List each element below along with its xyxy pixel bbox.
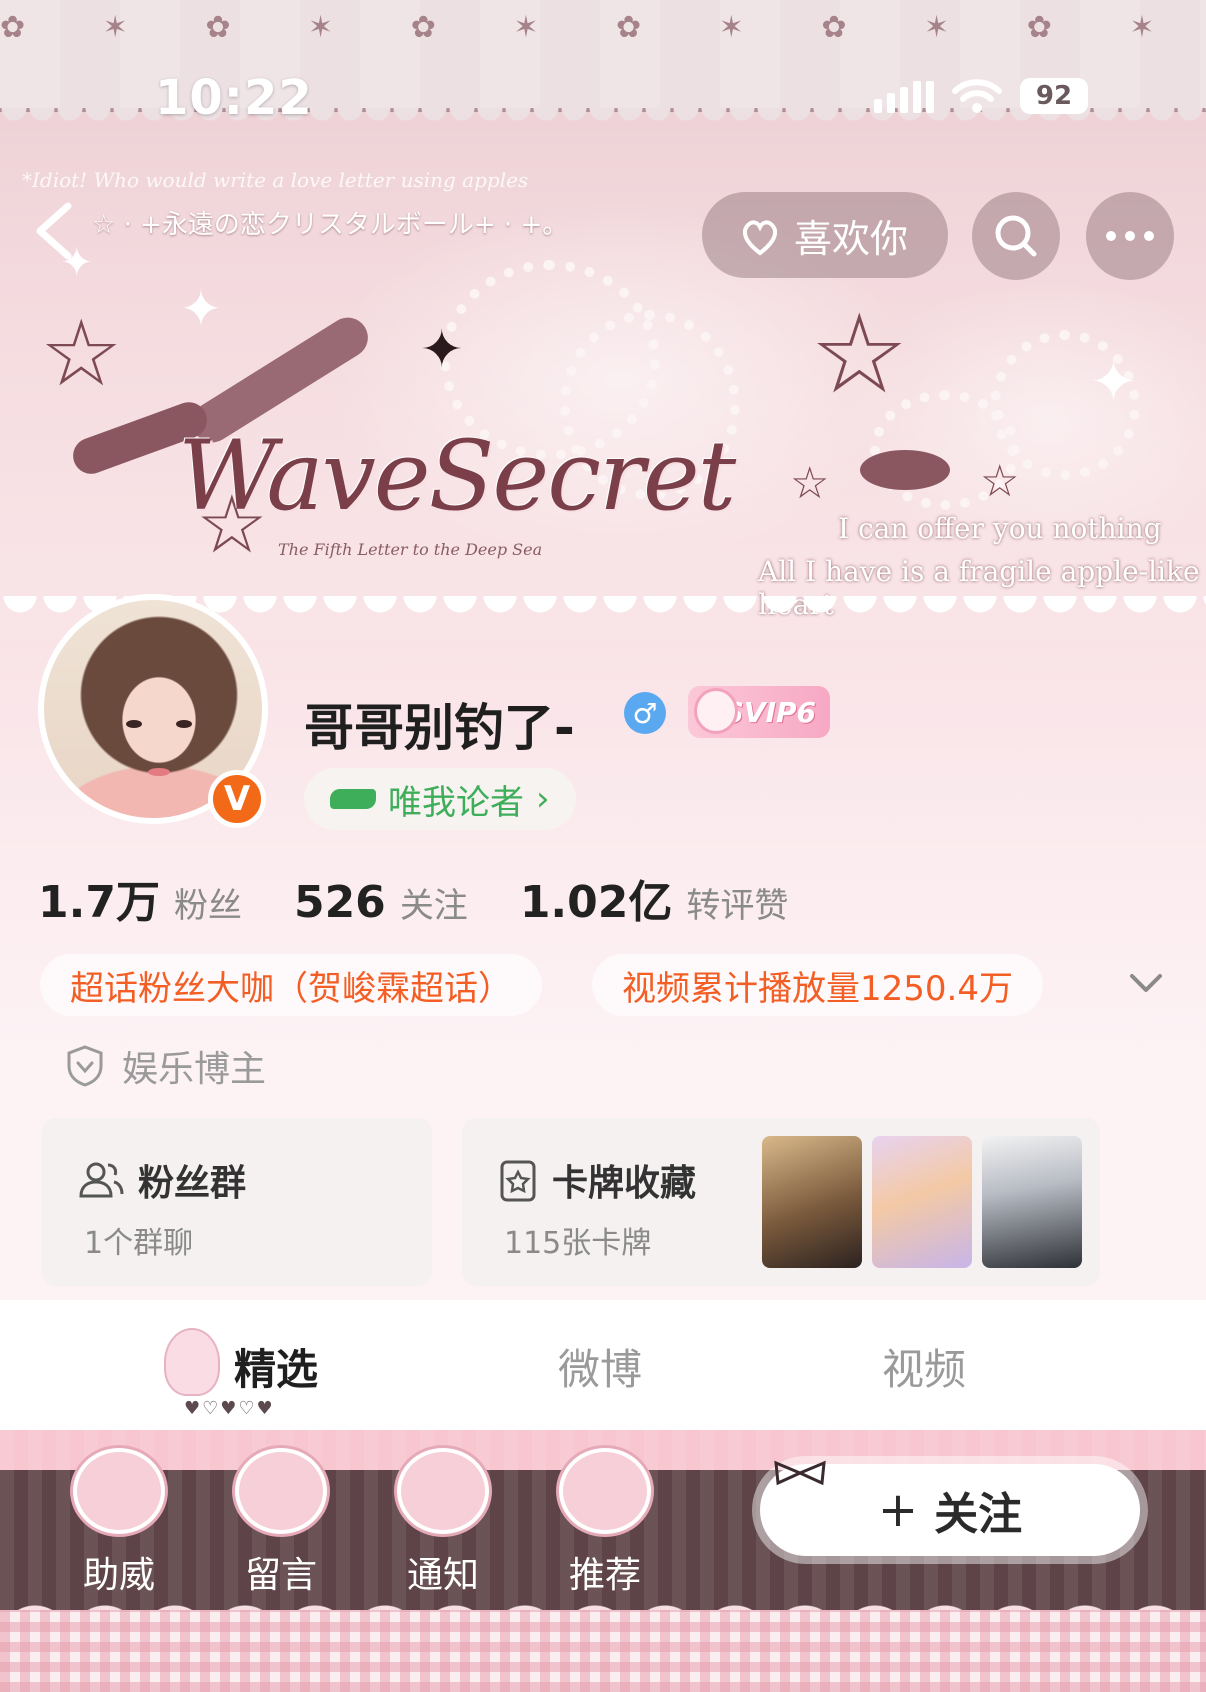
banner-quote-line1: I can offer you nothing [838, 512, 1162, 545]
star-decoration: ☆ [40, 300, 123, 407]
sparkle-decoration: ✦ [180, 280, 222, 338]
category-row: 娱乐博主 [66, 1040, 266, 1092]
hand-heart-icon [742, 220, 778, 256]
chevron-left-icon[interactable] [30, 200, 78, 262]
sparkle-decoration: ✦ [1090, 350, 1137, 415]
bow-pattern: ✿ ✶ ✿ ✶ ✿ ✶ ✿ ✶ ✿ ✶ ✿ ✶ ✿ ✶ [0, 10, 1206, 45]
nav-label: 助威 [82, 1555, 155, 1596]
stat-followers[interactable]: 1.7万 粉丝 [38, 866, 242, 930]
search-icon [995, 215, 1037, 257]
star-icon [235, 1448, 327, 1534]
star-decoration: ☆ [980, 456, 1020, 507]
stat-label: 关注 [399, 886, 468, 926]
nav-label: 推荐 [568, 1555, 641, 1596]
card-thumbnail [872, 1136, 972, 1268]
banner-subtitle: ☆ · +永遠の恋クリスタルボール+ · +。 [92, 210, 569, 240]
banner-logo: WaveSecret [178, 420, 736, 532]
tab-decoration-icon [164, 1328, 220, 1396]
shield-icon [67, 1045, 103, 1087]
more-horizontal-icon [1106, 231, 1154, 241]
card-title-text: 粉丝群 [138, 1163, 247, 1204]
fan-club-button[interactable]: 唯我论者 › [304, 768, 576, 830]
chevron-down-icon[interactable] [1126, 966, 1166, 1000]
tag-video-plays[interactable]: 视频累计播放量1250.4万 [592, 954, 1043, 1016]
card-collection-title: 卡牌收藏 [498, 1154, 696, 1206]
tab-videos[interactable]: 视频 [882, 1336, 966, 1397]
nav-label: 留言 [244, 1555, 317, 1596]
username: 哥哥别钓了- [304, 699, 575, 757]
panda-icon [397, 1448, 489, 1534]
tab-weibo[interactable]: 微博 [558, 1336, 642, 1397]
star-decoration: ☆ [790, 458, 830, 509]
svip-badge[interactable]: SVIP6 [688, 686, 830, 738]
nav-message[interactable]: 留言 [226, 1448, 336, 1598]
nav-cheer[interactable]: 助威 [64, 1448, 174, 1598]
stat-value: 526 [293, 877, 386, 928]
status-icons: 92 [874, 78, 1088, 114]
card-thumbnail [762, 1136, 862, 1268]
follow-button-label: 关注 [934, 1489, 1023, 1540]
stat-value: 1.02亿 [519, 877, 673, 928]
stat-label: 转评赞 [686, 886, 789, 926]
verified-badge: V [208, 770, 266, 828]
stat-label: 粉丝 [173, 886, 242, 926]
status-time: 10:22 [155, 70, 313, 126]
fan-club-icon [330, 789, 376, 809]
male-gender-icon: ♂ [624, 692, 666, 734]
avatar-lip [148, 768, 170, 776]
card-collection-count: 115张卡牌 [504, 1226, 652, 1261]
nav-label: 通知 [406, 1555, 479, 1596]
fan-group-count: 1个群聊 [84, 1226, 194, 1261]
banner-caption: *Idiot! Who would write a love letter us… [22, 168, 529, 192]
active-tab-indicator: ♥♡♥♡♥ [184, 1398, 275, 1419]
plus-icon: + [877, 1482, 919, 1538]
stat-following[interactable]: 526 关注 [294, 877, 468, 928]
moon-icon [559, 1448, 651, 1534]
tab-featured[interactable]: 精选 [234, 1336, 318, 1397]
avatar-eye [176, 720, 192, 728]
card-icon [500, 1160, 536, 1202]
stat-value: 1.7万 [38, 877, 160, 928]
like-button-label: 喜欢你 [794, 216, 909, 261]
chevron-right-icon: › [536, 779, 550, 819]
fan-group-title: 粉丝群 [78, 1154, 246, 1206]
fan-club-label: 唯我论者 [388, 782, 524, 823]
nav-notify[interactable]: 通知 [388, 1448, 498, 1598]
cellular-signal-icon [874, 79, 934, 113]
wifi-icon [952, 79, 1002, 113]
like-button[interactable]: 喜欢你 [702, 192, 948, 278]
profile-stats: 1.7万 粉丝 526 关注 1.02亿 转评赞 [38, 866, 840, 930]
stat-interactions[interactable]: 1.02亿 转评赞 [520, 866, 789, 930]
bottom-plaid-decoration [0, 1610, 1206, 1692]
bear-icon [694, 688, 738, 734]
bow-decoration [860, 450, 950, 490]
search-button[interactable] [972, 192, 1060, 280]
avatar-eye [126, 720, 142, 728]
card-collection-card[interactable]: 卡牌收藏 115张卡牌 [462, 1118, 1100, 1286]
bow-icon [774, 1460, 826, 1486]
tag-super-topic[interactable]: 超话粉丝大咖（贺峻霖超话） [40, 954, 542, 1016]
heart-gift-icon [73, 1448, 165, 1534]
card-title-text: 卡牌收藏 [552, 1163, 697, 1204]
more-button[interactable] [1086, 192, 1174, 280]
nav-recommend[interactable]: 推荐 [550, 1448, 660, 1598]
fan-group-card[interactable]: 粉丝群 1个群聊 [42, 1118, 432, 1286]
card-thumbnail [982, 1136, 1082, 1268]
users-icon [79, 1162, 124, 1198]
banner-logo-subtitle: The Fifth Letter to the Deep Sea [278, 540, 543, 559]
sparkle-decoration: ✦ [420, 320, 464, 380]
battery-indicator: 92 [1020, 78, 1088, 114]
category-label: 娱乐博主 [122, 1049, 267, 1090]
star-decoration: ☆ [810, 290, 909, 418]
